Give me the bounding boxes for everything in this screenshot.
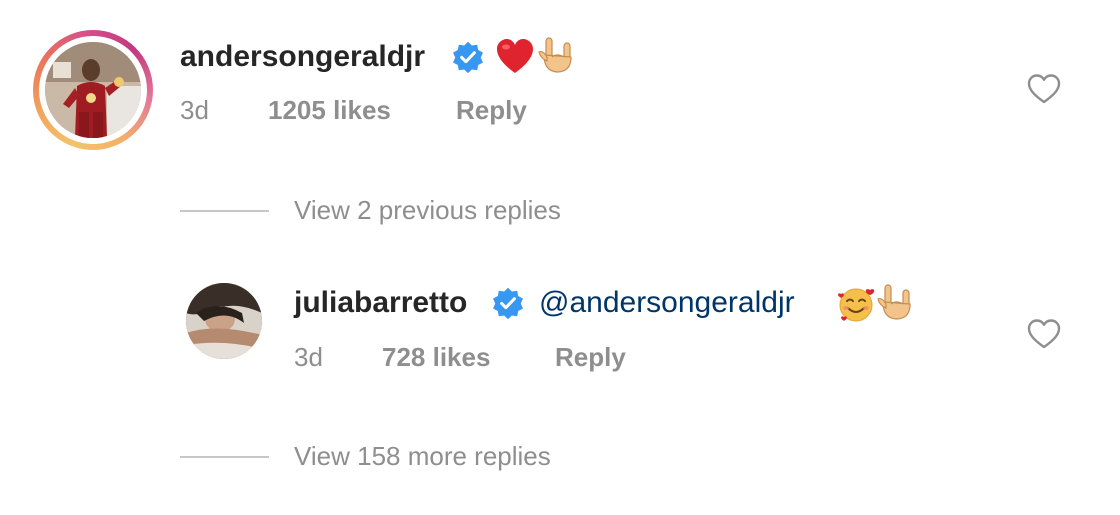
comment-time: 3d: [294, 342, 323, 372]
reply-button[interactable]: Reply: [555, 342, 626, 373]
mention-link[interactable]: @andersongeraldjr: [539, 286, 795, 320]
avatar-andersongeraldjr[interactable]: [33, 30, 153, 150]
replies-divider-line: [180, 456, 269, 458]
comment-username[interactable]: andersongeraldjr: [180, 40, 425, 74]
heart-outline-icon[interactable]: [1026, 71, 1062, 107]
avatar-image: [45, 42, 141, 138]
reply-button[interactable]: Reply: [456, 95, 527, 126]
comment-andersongeraldjr: andersongeraldjr 3d 1205 likes Reply: [0, 30, 1120, 155]
view-previous-replies[interactable]: View 2 previous replies: [294, 195, 561, 226]
sign-of-horns-icon: [538, 37, 572, 73]
comment-username[interactable]: juliabarretto: [294, 286, 467, 320]
view-more-replies[interactable]: View 158 more replies: [294, 441, 551, 472]
avatar-photo: [45, 42, 141, 138]
avatar-image: [186, 283, 262, 359]
comment-likes-count[interactable]: 1205 likes: [268, 95, 391, 126]
avatar-juliabarretto[interactable]: [186, 283, 262, 359]
replies-divider-line: [180, 210, 269, 212]
verified-badge-icon: [493, 287, 523, 320]
sign-of-horns-icon: [877, 284, 911, 320]
comment-likes-count[interactable]: 728 likes: [382, 342, 490, 373]
smiling-face-with-hearts-icon: [838, 288, 875, 322]
heart-outline-icon[interactable]: [1026, 316, 1062, 352]
red-heart-icon: [497, 39, 533, 73]
comment-time: 3d: [180, 95, 209, 125]
verified-badge-icon: [453, 41, 483, 74]
comment-juliabarretto: juliabarretto @andersongeraldjr 3d 728 l…: [0, 283, 1120, 383]
